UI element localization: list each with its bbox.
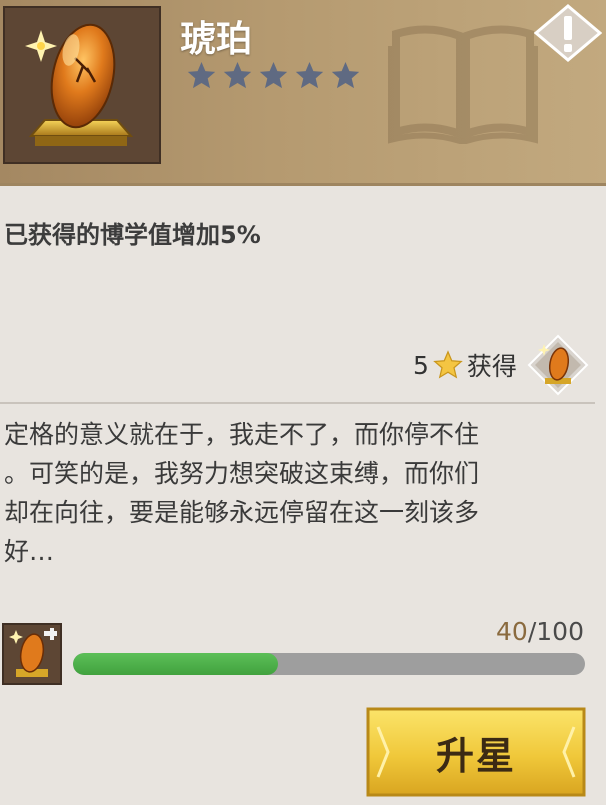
exclamation-icon: [533, 4, 603, 62]
book-watermark-icon: [388, 25, 538, 144]
star-icon: [331, 61, 360, 89]
info-alert-button[interactable]: [533, 4, 603, 62]
obtain-label: 获得: [466, 352, 517, 381]
star-icon: [223, 61, 252, 89]
upgrade-button-label: 升星: [435, 733, 516, 778]
section-divider: [0, 402, 595, 404]
progress-fill: [73, 653, 278, 675]
upgrade-star-button[interactable]: 升星: [366, 707, 586, 797]
amber-fragment-icon: [2, 623, 62, 685]
effect-description: 已获得的博学值增加5%: [4, 221, 261, 249]
progress-current: 40: [496, 617, 528, 646]
star-rating: [186, 60, 361, 91]
star-currency-icon: [433, 350, 463, 379]
star-icon: [295, 61, 324, 89]
progress-bar: [73, 653, 585, 675]
progress-text: 40/100: [496, 617, 584, 646]
star-icon: [187, 61, 216, 89]
obtain-requirement: 5 获得: [413, 334, 589, 396]
item-title: 琥珀: [180, 19, 253, 60]
amber-item-icon: [527, 334, 589, 396]
star-icon: [259, 61, 288, 89]
item-flavor-text: 定格的意义就在于，我走不了，而你停不住 。可笑的是，我努力想突破这束缚，而你们 …: [4, 420, 480, 566]
progress-max: 100: [536, 617, 584, 646]
amber-item-icon: [3, 6, 161, 164]
item-header: 琥珀: [0, 0, 606, 186]
obtain-star-amount: 5: [413, 350, 429, 380]
